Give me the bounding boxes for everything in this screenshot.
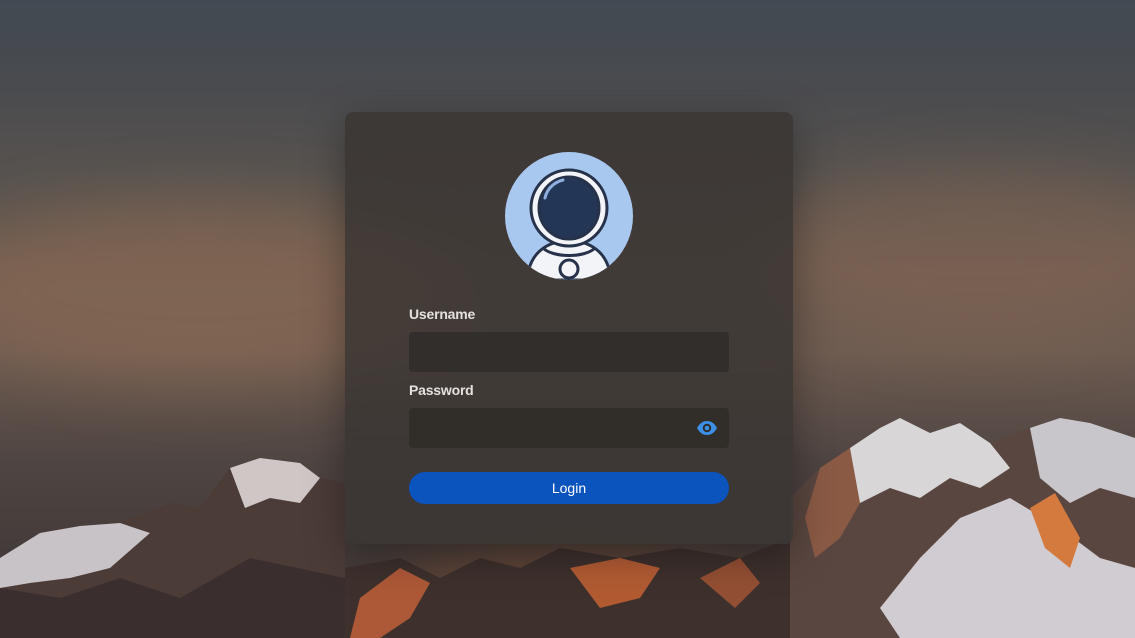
background-haze [760, 170, 1135, 340]
password-label: Password [409, 382, 474, 398]
eye-icon[interactable] [695, 418, 719, 438]
username-field[interactable] [409, 332, 729, 372]
astronaut-icon [505, 152, 633, 280]
login-button[interactable]: Login [409, 472, 729, 504]
login-screen: Username Password Login [0, 0, 1135, 638]
password-field[interactable] [409, 408, 729, 448]
login-card: Username Password Login [345, 112, 793, 544]
username-label: Username [409, 306, 476, 322]
